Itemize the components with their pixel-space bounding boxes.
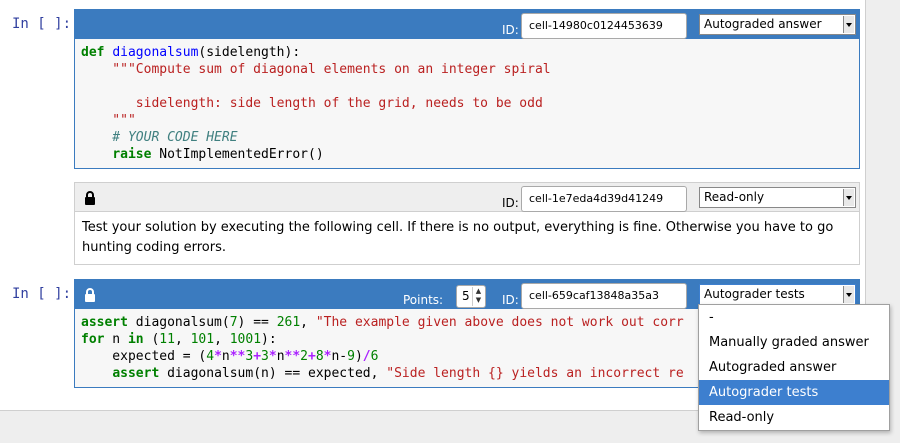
- code-token: 8: [315, 349, 324, 364]
- code-comment: # YOUR CODE HERE: [81, 130, 238, 145]
- code-token: 9: [347, 349, 355, 364]
- cell-2-id-input[interactable]: cell-1e7eda4d39d41249: [521, 186, 687, 212]
- chevron-down-icon: [843, 286, 854, 303]
- code-token: ,: [300, 315, 316, 330]
- code-token: 4: [206, 349, 215, 364]
- code-token: *: [268, 349, 277, 364]
- markdown-text: Test your solution by executing the foll…: [82, 220, 834, 235]
- cell-1-code-editor[interactable]: def diagonalsum(sidelength): """Compute …: [74, 39, 860, 169]
- code-token: **: [229, 349, 246, 364]
- cell-3-type-value: Autograder tests: [704, 287, 805, 301]
- code-token: raise: [112, 147, 152, 162]
- code-token: *: [214, 349, 222, 364]
- code-token: +: [308, 349, 316, 364]
- code-token: n-: [331, 349, 348, 364]
- code-token: /: [362, 349, 371, 364]
- code-token: """: [81, 113, 136, 128]
- cell-3-id-input[interactable]: cell-659caf13848a35a3: [521, 283, 687, 309]
- code-token: diagonalsum: [112, 45, 199, 60]
- code-token: assert: [112, 366, 160, 381]
- dropdown-option-manually-graded[interactable]: Manually graded answer: [699, 330, 889, 355]
- code-token: ) ==: [237, 315, 277, 330]
- code-token: ):: [261, 332, 277, 347]
- code-token: diagonalsum(n) == expected,: [159, 366, 387, 381]
- code-token: **: [284, 349, 301, 364]
- code-token: 2: [300, 349, 308, 364]
- cell-type-dropdown-menu: - Manually graded answer Autograded answ…: [698, 304, 890, 431]
- markdown-text: hunting coding errors.: [82, 240, 227, 255]
- cell-1-id-label: ID:: [502, 23, 519, 37]
- cell-2-type-select[interactable]: Read-only: [699, 187, 856, 208]
- code-token: 101: [190, 332, 215, 347]
- code-token: n: [221, 349, 230, 364]
- chevron-down-icon: [843, 16, 854, 33]
- cell-1-prompt: In [ ]:: [12, 16, 72, 32]
- cell-2-toolbar: ID: cell-1e7eda4d39d41249 Read-only: [74, 182, 860, 212]
- lock-icon: [85, 288, 95, 302]
- cell-1-type-value: Autograded answer: [704, 17, 822, 31]
- code-token: 7: [229, 315, 238, 330]
- lock-icon: [85, 191, 95, 205]
- code-token: for: [81, 332, 105, 347]
- code-token: (: [143, 332, 160, 347]
- code-token: 1001: [229, 332, 262, 347]
- code-token: 11: [159, 332, 175, 347]
- cell-2-type-value: Read-only: [704, 190, 765, 204]
- code-token: n: [104, 332, 128, 347]
- dropdown-option-none[interactable]: -: [699, 305, 889, 330]
- code-token: in: [127, 332, 144, 347]
- cell-3-prompt: In [ ]:: [12, 286, 72, 302]
- cell-3-id-label: ID:: [502, 293, 519, 307]
- code-token: 6: [370, 349, 379, 364]
- code-token: assert: [81, 315, 128, 330]
- code-token: n: [276, 349, 285, 364]
- cell-1-type-select[interactable]: Autograded answer: [699, 14, 856, 35]
- code-token: """Compute sum of diagonal elements on a…: [81, 62, 551, 77]
- code-token: +: [253, 349, 262, 364]
- stepper-icon[interactable]: ▲ ▼: [472, 287, 484, 306]
- cell-3-type-select[interactable]: Autograder tests: [699, 284, 856, 305]
- cell-1-toolbar: ID: cell-14980c0124453639 Autograded ans…: [74, 9, 860, 39]
- dropdown-option-autograder-tests[interactable]: Autograder tests: [699, 380, 889, 405]
- code-token: ): [354, 349, 363, 364]
- dropdown-option-autograded-answer[interactable]: Autograded answer: [699, 355, 889, 380]
- points-value: 5: [462, 289, 470, 303]
- code-token: 3: [261, 349, 269, 364]
- cell-2-id-label: ID:: [502, 196, 519, 210]
- code-token: "The example given above does not work o…: [315, 315, 684, 330]
- chevron-down-icon: [843, 189, 854, 206]
- code-token: (sidelength):: [198, 45, 301, 60]
- points-input[interactable]: 5 ▲ ▼: [456, 285, 486, 308]
- code-token: NotImplementedError(): [151, 147, 324, 162]
- code-token: 261: [276, 315, 301, 330]
- cell-1[interactable]: ID: cell-14980c0124453639 Autograded ans…: [74, 9, 860, 169]
- cell-2-markdown: Test your solution by executing the foll…: [74, 212, 860, 265]
- code-token: diagonalsum(: [127, 315, 230, 330]
- code-token: "Side length {} yields an incorrect re: [386, 366, 684, 381]
- code-token: ,: [214, 332, 230, 347]
- code-token: ,: [174, 332, 191, 347]
- points-label: Points:: [403, 293, 444, 307]
- cell-2[interactable]: ID: cell-1e7eda4d39d41249 Read-only Test…: [74, 182, 860, 265]
- code-token: def: [81, 45, 105, 60]
- code-token: expected = (: [81, 349, 207, 364]
- code-token: sidelength: side length of the grid, nee…: [81, 96, 543, 111]
- dropdown-option-read-only[interactable]: Read-only: [699, 405, 889, 430]
- cell-1-id-input[interactable]: cell-14980c0124453639: [521, 13, 687, 39]
